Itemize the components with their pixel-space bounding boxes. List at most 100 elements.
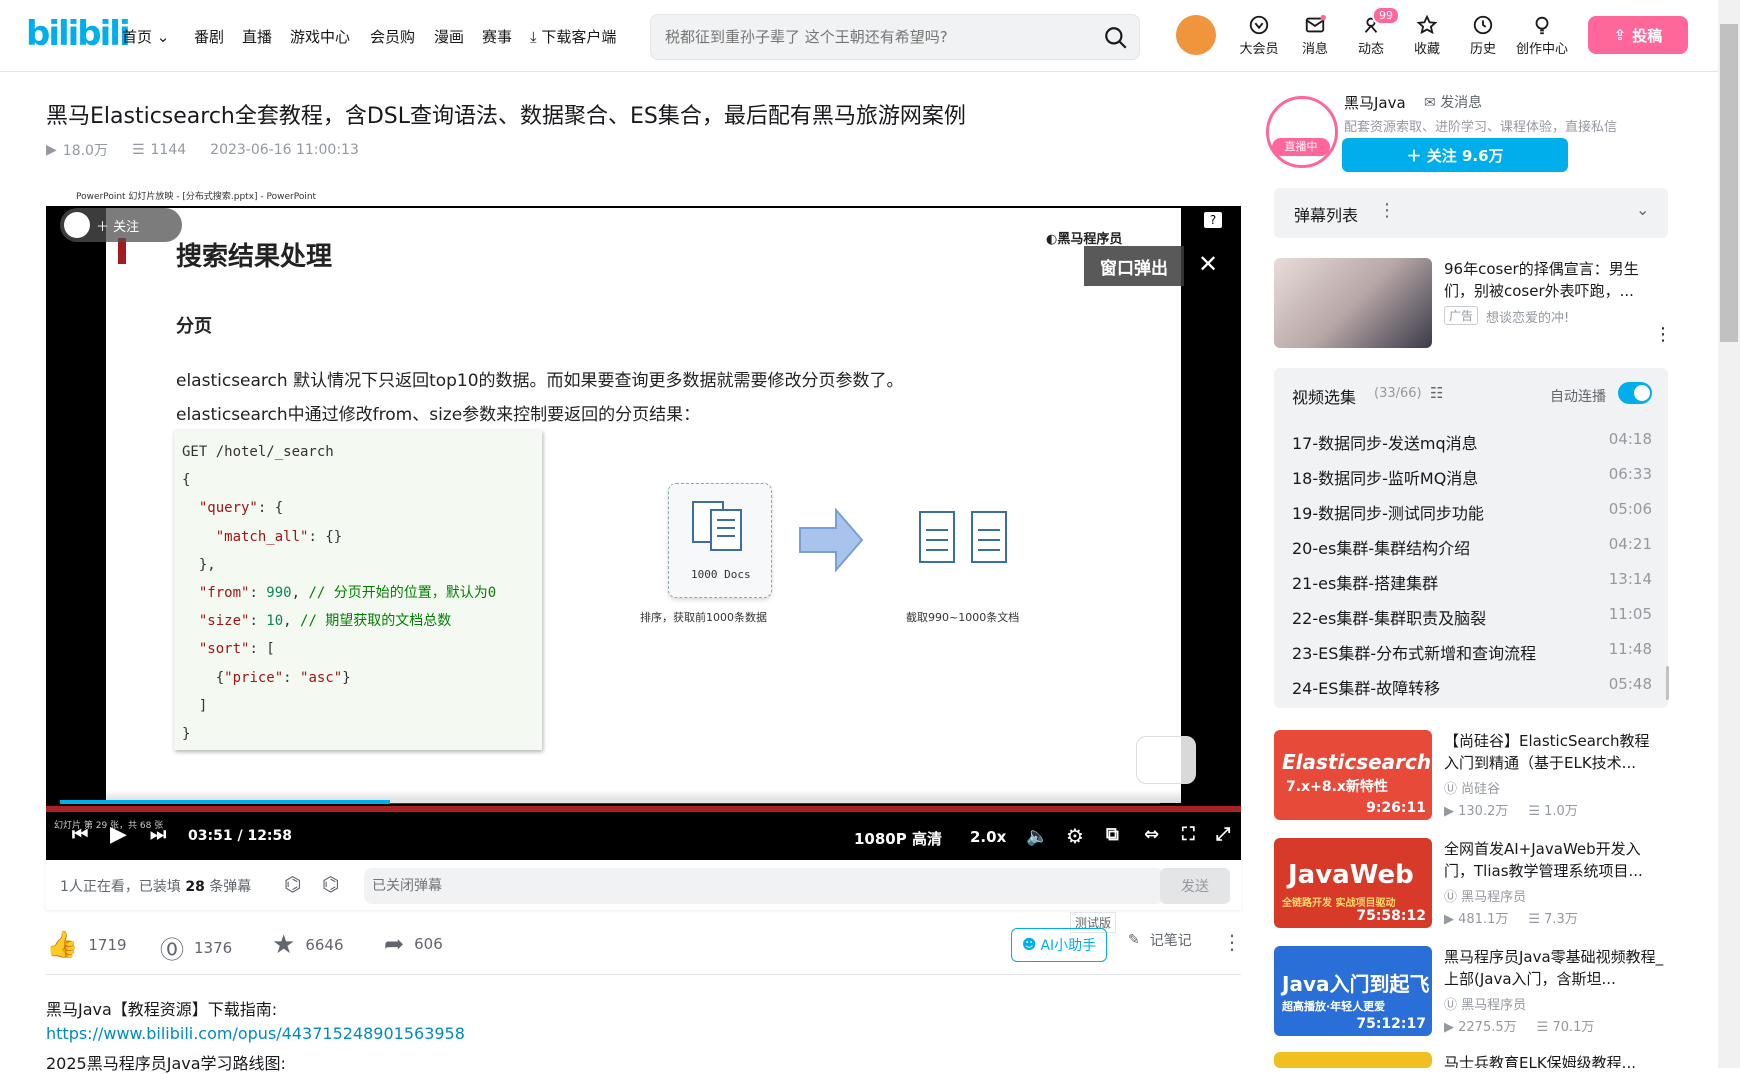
recommended-uploader[interactable]: Ⓤ 黑马程序员 [1444,886,1526,905]
upload-button[interactable]: ⇪ 投稿 [1588,16,1688,54]
volume-icon[interactable]: 🔈 [1026,826,1048,847]
mini-tv-icon[interactable] [1136,736,1196,784]
coin-icon: ⓪ [160,936,184,964]
more-vertical-icon[interactable]: ⋮ [1378,200,1396,221]
recommended-thumbnail[interactable]: Elasticsearch 7.x+8.x新特性 9:26:11 [1274,730,1432,820]
nav-home[interactable]: 首页 ⌄ [122,26,169,47]
video-duration: 9:26:11 [1366,800,1426,816]
recommended-title[interactable]: 马士兵教育ELK保姆级教程... [1444,1052,1664,1068]
send-message-link[interactable]: ✉ 发消息 [1424,92,1482,112]
more-icon[interactable]: ⋮ [1222,930,1242,954]
recommended-video[interactable]: Java入门到起飞 超高播放·年轻人更爱 75:12:17 黑马程序员Java零… [1274,946,1668,1036]
list-view-icon[interactable]: ☷ [1430,384,1443,402]
episode-item[interactable]: 20-es集群-集群结构介绍 04:21 [1292,535,1652,559]
ai-assistant-button[interactable]: ☻ AI小助手 [1011,928,1107,962]
nav-mall[interactable]: 会员购 [370,26,415,47]
episode-list-scrollbar[interactable] [1666,666,1669,700]
topbar-history[interactable]: 历史 [1456,14,1510,57]
play-icon[interactable]: ▶ [110,822,127,847]
episode-item[interactable]: 21-es集群-搭建集群 13:14 [1292,570,1652,594]
coin-button[interactable]: ⓪ 1376 [160,930,232,965]
favorite-button[interactable]: ★ 6646 [272,930,344,960]
recommended-thumbnail[interactable]: Java入门到起飞 超高播放·年轻人更爱 75:12:17 [1274,946,1432,1036]
search-icon[interactable] [1103,25,1129,51]
nav-esports[interactable]: 赛事 [482,26,512,47]
code-block: GET /hotel/_search { "query": { "match_a… [174,430,542,750]
quality-selector[interactable]: 1080P 高清 [854,828,942,849]
play-count-icon: ▶ [46,142,57,158]
topbar-creator-center[interactable]: 创作中心 [1512,14,1572,57]
ad-more-icon[interactable]: ⋮ [1654,324,1672,345]
history-icon [1473,15,1493,35]
bulb-icon [1535,16,1549,35]
danmaku-count: ☰ 1144 [131,142,187,158]
recommended-title[interactable]: 【尚硅谷】ElasticSearch教程入门到精通（基于ELK技术... [1444,730,1664,774]
live-badge[interactable]: 直播中 [1272,138,1330,156]
topbar-vip[interactable]: 大会员 [1232,14,1286,57]
recommended-thumbnail[interactable]: JavaWeb 全链路开发 实战项目驱动 75:58:12 [1274,838,1432,928]
recommended-video[interactable]: JavaWeb 全链路开发 实战项目驱动 75:58:12 全网首发AI+Jav… [1274,838,1668,928]
recommended-video[interactable]: 马士兵教育ELK保姆级教程... [1274,1052,1668,1068]
danmaku-send-button[interactable]: 发送 [1160,868,1230,904]
recommended-thumbnail[interactable] [1274,1052,1432,1068]
slide-content: 搜索结果处理 ◐黑马程序员 分页 elasticsearch 默认情况下只返回t… [106,208,1181,803]
ad-thumbnail[interactable] [1274,258,1432,348]
nav-game-center[interactable]: 游戏中心 [290,26,350,47]
message-icon [1305,14,1326,33]
nav-manga[interactable]: 漫画 [434,26,464,47]
video-player[interactable]: PowerPoint 幻灯片放映 - [分布式搜索.pptx] - PowerP… [46,188,1241,860]
topbar-favorites[interactable]: 收藏 [1400,14,1454,57]
ad-title[interactable]: 96年coser的择偶宣言：男生们，别被coser外表吓跑，... [1444,258,1658,302]
play-count-icon: ▶ [1444,804,1454,819]
nav-anime[interactable]: 番剧 [194,26,224,47]
episode-item[interactable]: 23-ES集群-分布式新增和查询流程 11:48 [1292,640,1652,664]
user-avatar[interactable] [1176,15,1216,55]
widescreen-icon[interactable]: ⇔ [1144,824,1159,845]
share-button[interactable]: ➦ 606 [384,930,443,958]
like-button[interactable]: 👍 1719 [46,930,127,960]
episode-item[interactable]: 24-ES集群-故障转移 05:48 [1292,675,1652,699]
ad-subtitle: 想谈恋爱的冲! [1486,311,1570,326]
bilibili-logo[interactable]: bilibili [26,14,131,54]
recommended-video[interactable]: Elasticsearch 7.x+8.x新特性 9:26:11 【尚硅谷】El… [1274,730,1668,820]
recommended-uploader[interactable]: Ⓤ 黑马程序员 [1444,994,1526,1013]
follow-button[interactable]: ＋ 关注 9.6万 [1342,138,1568,172]
topbar-messages[interactable]: 消息 [1288,14,1342,57]
play-count-icon: ▶ [1444,912,1454,927]
recommended-uploader[interactable]: Ⓤ 尚硅谷 [1444,778,1500,797]
help-icon[interactable]: ? [1204,212,1222,228]
recommended-title[interactable]: 全网首发AI+JavaWeb开发入门，Tlias教学管理系统项目... [1444,838,1664,882]
episode-item[interactable]: 18-数据同步-监听MQ消息 06:33 [1292,465,1652,489]
close-popout-icon[interactable]: ✕ [1198,250,1218,278]
uploader-avatar[interactable] [1266,96,1338,168]
speed-selector[interactable]: 2.0x [970,828,1006,846]
search-input[interactable] [665,15,1085,59]
uploader-name[interactable]: 黑马Java [1344,92,1406,113]
danmaku-settings-icon[interactable]: ⌬ [322,872,339,896]
danmaku-toggle-icon[interactable]: ⌬ [284,872,301,896]
pip-icon[interactable]: ⧉ [1106,824,1119,845]
progress-bar[interactable] [60,800,1160,804]
settings-icon[interactable]: ⚙ [1066,824,1084,848]
player-follow-button[interactable]: ＋ 关注 [60,208,182,242]
episode-item[interactable]: 19-数据同步-测试同步功能 05:06 [1292,500,1652,524]
note-button[interactable]: ✎ 记笔记 [1128,930,1192,950]
next-icon[interactable]: ⏭ [150,824,166,845]
chevron-down-icon[interactable]: ⌄ [1636,200,1649,219]
recommended-title[interactable]: 黑马程序员Java零基础视频教程_上部(Java入门，含斯坦... [1444,946,1664,990]
danmaku-input[interactable] [364,868,1164,904]
nav-download-client[interactable]: ⤓ 下载客户端 [530,26,616,47]
episode-item[interactable]: 22-es集群-集群职责及脑裂 11:05 [1292,605,1652,629]
danmaku-list-panel[interactable]: 弹幕列表 ⋮ ⌄ [1274,188,1668,238]
danmaku-icon: ☰ [1528,912,1541,927]
nav-live[interactable]: 直播 [242,26,272,47]
episode-item[interactable]: 17-数据同步-发送mq消息 04:18 [1292,430,1652,454]
page-scrollbar-thumb[interactable] [1720,24,1738,342]
prev-icon[interactable]: ⏮ [72,824,88,845]
desc-link[interactable]: https://www.bilibili.com/opus/4437152489… [46,1024,465,1043]
slide-paragraph-1: elasticsearch 默认情况下只返回top10的数据。而如果要查询更多数… [176,371,904,391]
autoplay-toggle-knob [1634,385,1650,401]
web-fullscreen-icon[interactable]: ⛶ [1182,824,1195,845]
popout-button[interactable]: 窗口弹出 [1084,246,1184,286]
fullscreen-icon[interactable]: ⤢ [1216,824,1230,845]
